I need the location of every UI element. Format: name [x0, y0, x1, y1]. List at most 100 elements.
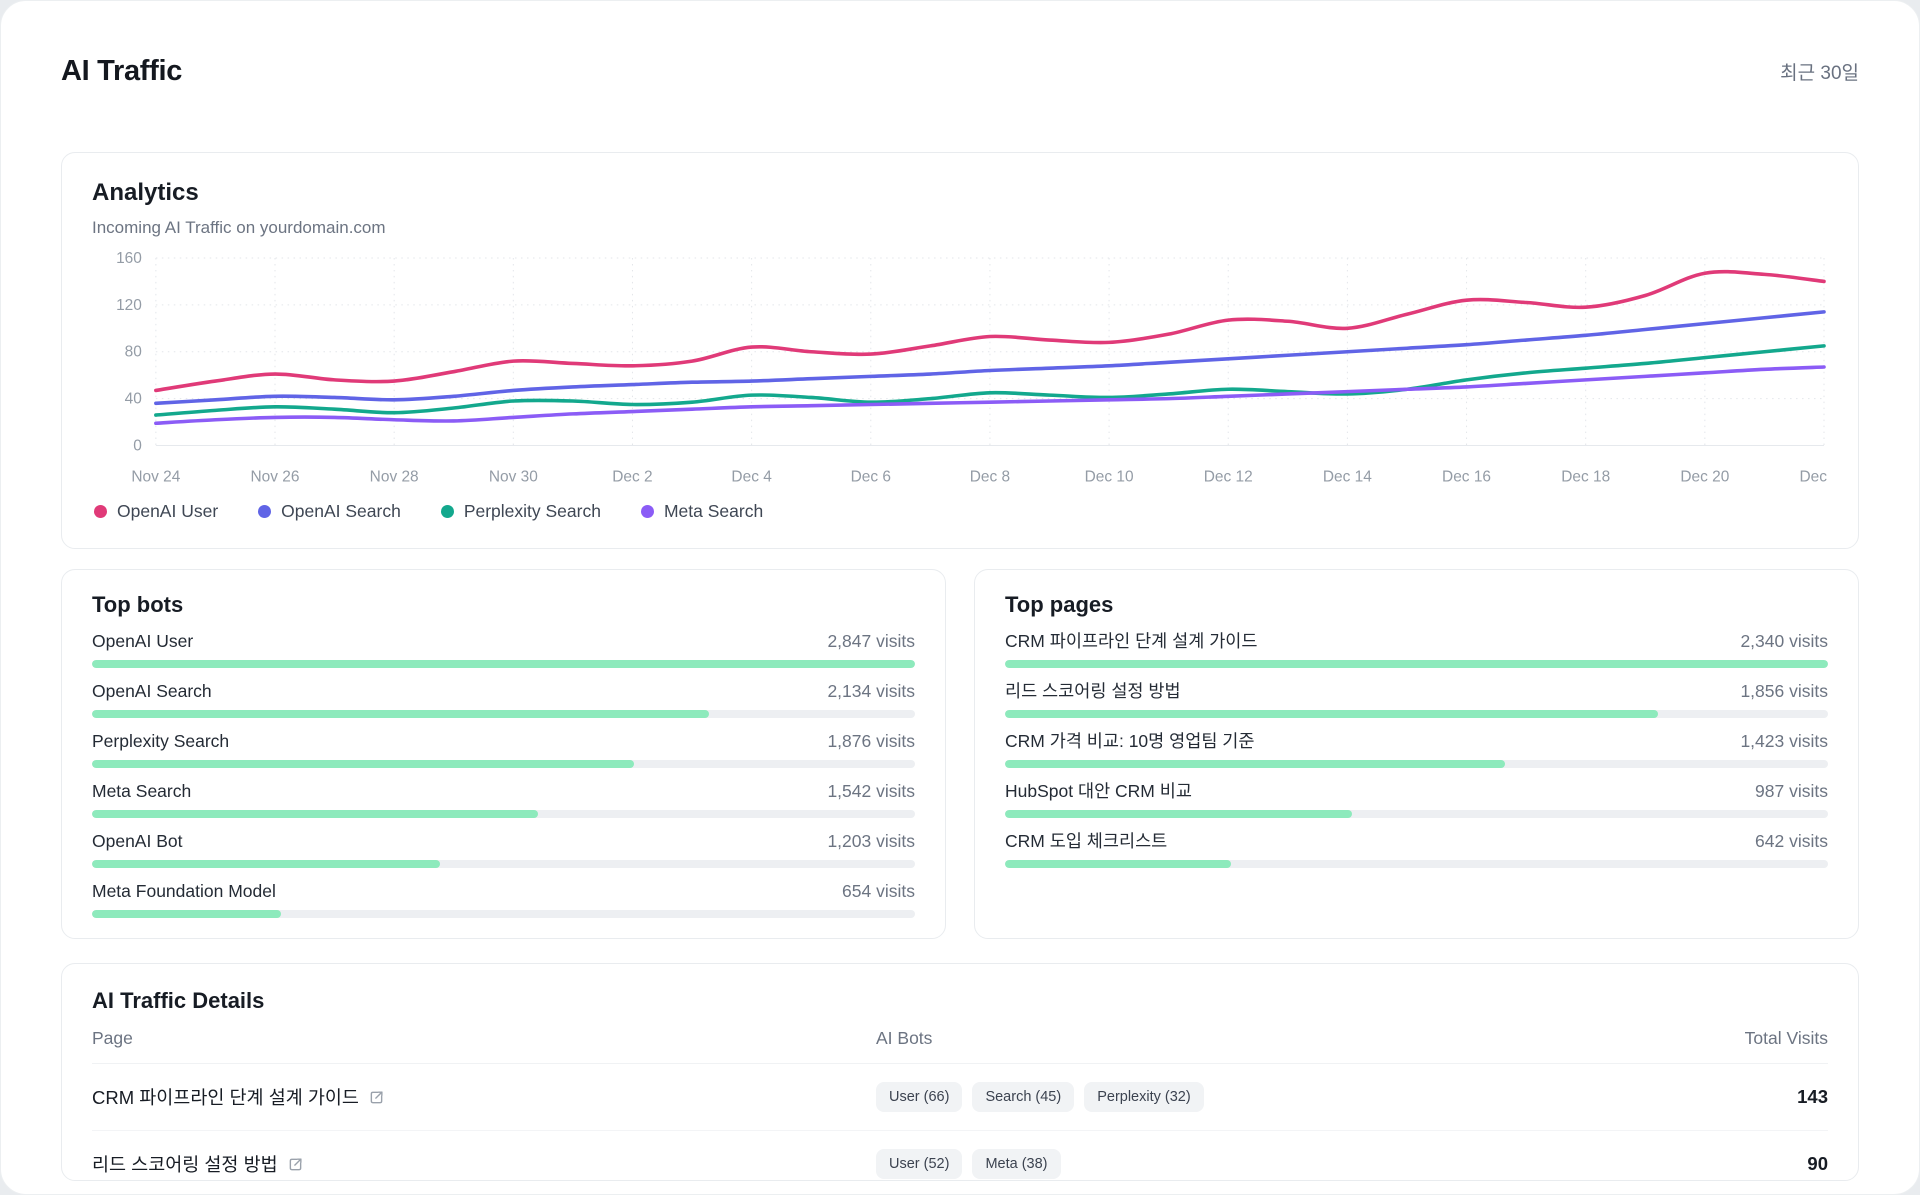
page-link-label: 리드 스코어링 설정 방법 — [92, 1151, 278, 1177]
top-bots-card: Top bots OpenAI User2,847 visits OpenAI S… — [61, 569, 946, 939]
bot-badge: Search (45) — [972, 1082, 1074, 1112]
legend-label: OpenAI Search — [281, 501, 401, 522]
item-visits: 1,542 visits — [827, 781, 915, 802]
legend-item-openai-user[interactable]: OpenAI User — [94, 501, 218, 522]
list-item: 리드 스코어링 설정 방법 1,856 visits — [1005, 681, 1828, 718]
svg-text:Dec 4: Dec 4 — [731, 468, 772, 485]
svg-text:Dec 14: Dec 14 — [1323, 468, 1372, 485]
top-pages-card: Top pages CRM 파이프라인 단계 설계 가이드2,340 visit… — [974, 569, 1859, 939]
item-visits: 642 visits — [1755, 831, 1828, 852]
list-item: Perplexity Search 1,876 visits — [92, 731, 915, 768]
table-row: CRM 파이프라인 단계 설계 가이드 User (66) Search (45) P… — [92, 1064, 1828, 1130]
svg-text:Nov 26: Nov 26 — [251, 468, 300, 485]
item-label: Meta Foundation Model — [92, 881, 276, 902]
legend-item-perplexity-search[interactable]: Perplexity Search — [441, 501, 601, 522]
progress-track — [92, 910, 915, 918]
item-label: OpenAI Bot — [92, 831, 182, 852]
period-selector[interactable]: 최근 30일 — [1780, 58, 1859, 85]
item-label: Meta Search — [92, 781, 191, 802]
analytics-subtitle: Incoming AI Traffic on yourdomain.com — [92, 218, 1828, 238]
top-pages-title: Top pages — [1005, 592, 1828, 618]
top-pages-list: CRM 파이프라인 단계 설계 가이드2,340 visits 리드 스코어링 설… — [1005, 631, 1828, 868]
progress-fill — [92, 810, 538, 818]
bot-badge: Perplexity (32) — [1084, 1082, 1203, 1112]
progress-fill — [92, 910, 281, 918]
legend-dot-icon — [258, 505, 271, 518]
progress-track — [1005, 710, 1828, 718]
progress-fill — [92, 710, 709, 718]
legend-label: Meta Search — [664, 501, 763, 522]
svg-text:Nov 24: Nov 24 — [131, 468, 180, 485]
legend-dot-icon — [641, 505, 654, 518]
svg-text:Dec 10: Dec 10 — [1085, 468, 1134, 485]
legend-label: OpenAI User — [117, 501, 218, 522]
bot-badge: Meta (38) — [972, 1149, 1060, 1179]
svg-text:120: 120 — [116, 297, 142, 314]
top-bots-list: OpenAI User2,847 visits OpenAI Search2,13… — [92, 631, 915, 918]
item-label: OpenAI Search — [92, 681, 212, 702]
svg-text:40: 40 — [125, 391, 142, 408]
list-item: HubSpot 대안 CRM 비교987 visits — [1005, 781, 1828, 818]
ai-traffic-details-panel: AI Traffic Details Page AI Bots Total Vi… — [61, 963, 1859, 1181]
item-label: CRM 도입 체크리스트 — [1005, 831, 1167, 852]
svg-text:80: 80 — [125, 344, 142, 361]
table-row: 리드 스코어링 설정 방법User (52)Meta (38)90 — [92, 1130, 1828, 1181]
progress-fill — [92, 760, 634, 768]
item-visits: 1,856 visits — [1740, 681, 1828, 702]
bot-badge: User (66) — [876, 1082, 962, 1112]
list-item: CRM 도입 체크리스트 642 visits — [1005, 831, 1828, 868]
item-visits: 654 visits — [842, 881, 915, 902]
svg-text:Dec 8: Dec 8 — [970, 468, 1010, 485]
external-link-icon — [288, 1157, 303, 1172]
item-visits: 1,876 visits — [827, 731, 915, 752]
list-item: OpenAI User2,847 visits — [92, 631, 915, 668]
cell-ai-bots: User (52)Meta (38) — [876, 1149, 1658, 1179]
chart-container: Nov 24Nov 26Nov 28Nov 30Dec 2Dec 4Dec 6D… — [92, 244, 1828, 493]
progress-track — [1005, 810, 1828, 818]
top-bots-title: Top bots — [92, 592, 915, 618]
legend-dot-icon — [94, 505, 107, 518]
legend-item-openai-search[interactable]: OpenAI Search — [258, 501, 401, 522]
progress-track — [1005, 660, 1828, 668]
svg-text:Dec 18: Dec 18 — [1561, 468, 1610, 485]
column-header-page: Page — [92, 1028, 876, 1049]
item-label: 리드 스코어링 설정 방법 — [1005, 681, 1181, 702]
list-item: Meta Foundation Model 654 visits — [92, 881, 915, 918]
legend-item-meta-search[interactable]: Meta Search — [641, 501, 763, 522]
progress-fill — [1005, 760, 1505, 768]
progress-fill — [1005, 710, 1658, 718]
page-link[interactable]: 리드 스코어링 설정 방법 — [92, 1151, 303, 1177]
page-link[interactable]: CRM 파이프라인 단계 설계 가이드 — [92, 1084, 384, 1110]
svg-text:Nov 28: Nov 28 — [370, 468, 419, 485]
progress-track — [92, 860, 915, 868]
item-visits: 1,423 visits — [1740, 731, 1828, 752]
progress-track — [1005, 760, 1828, 768]
item-visits: 1,203 visits — [827, 831, 915, 852]
svg-text:Nov 30: Nov 30 — [489, 468, 538, 485]
svg-text:Dec 6: Dec 6 — [851, 468, 891, 485]
traffic-line-chart: Nov 24Nov 26Nov 28Nov 30Dec 2Dec 4Dec 6D… — [92, 244, 1828, 493]
progress-track — [92, 810, 915, 818]
legend-dot-icon — [441, 505, 454, 518]
analytics-title: Analytics — [92, 179, 1828, 207]
list-item: OpenAI Search2,134 visits — [92, 681, 915, 718]
progress-track — [92, 660, 915, 668]
progress-fill — [92, 660, 915, 668]
svg-text:0: 0 — [133, 438, 142, 455]
svg-text:Dec 22: Dec 22 — [1800, 468, 1828, 485]
progress-fill — [1005, 660, 1828, 668]
cell-ai-bots: User (66) Search (45) Perplexity (32) — [876, 1082, 1658, 1112]
page-title: AI Traffic — [61, 55, 182, 88]
table-header: Page AI Bots Total Visits — [92, 1028, 1828, 1064]
column-header-ai-bots: AI Bots — [876, 1028, 1658, 1049]
cell-page: CRM 파이프라인 단계 설계 가이드 — [92, 1084, 876, 1110]
page-header: AI Traffic 최근 30일 — [1, 1, 1919, 88]
progress-fill — [92, 860, 440, 868]
svg-text:Dec 12: Dec 12 — [1204, 468, 1253, 485]
list-item: Meta Search 1,542 visits — [92, 781, 915, 818]
list-item: CRM 파이프라인 단계 설계 가이드2,340 visits — [1005, 631, 1828, 668]
summary-cards-row: Top bots OpenAI User2,847 visits OpenAI S… — [61, 569, 1859, 939]
progress-track — [92, 760, 915, 768]
item-label: OpenAI User — [92, 631, 193, 652]
item-label: Perplexity Search — [92, 731, 229, 752]
